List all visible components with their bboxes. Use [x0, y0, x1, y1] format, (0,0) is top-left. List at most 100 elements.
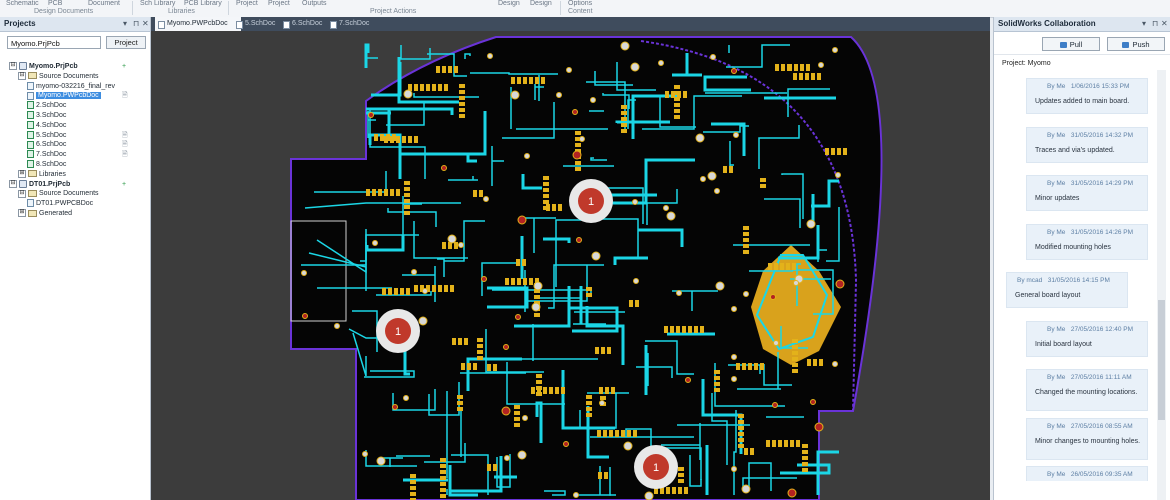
pcb-layout[interactable]: 1 1 1	[151, 31, 990, 500]
pcb-pad	[792, 263, 796, 270]
ribbon-pcb[interactable]: PCB	[48, 0, 62, 7]
pin-icon[interactable]: ⊓	[1152, 17, 1158, 31]
tree-item[interactable]: 2.SchDoc	[0, 101, 150, 111]
tree-item[interactable]: ⊞ Libraries	[0, 169, 150, 180]
pcb-pad	[611, 387, 615, 394]
mounting-hole[interactable]: 1	[376, 309, 420, 353]
push-button[interactable]: Push	[1107, 37, 1165, 51]
pcb-pad	[793, 73, 797, 80]
tree-item[interactable]: DT01.PWPCBDoc	[0, 199, 150, 209]
tree-item[interactable]: Myomo.PWPcbDoc 🗎	[0, 91, 150, 101]
pcb-pad	[396, 136, 400, 143]
panel-menu-icon[interactable]: ▾	[1142, 17, 1146, 31]
commit-card[interactable]: By mcad 31/05/2016 14:15 PM General board…	[1006, 272, 1128, 308]
pcb-pad	[760, 178, 766, 182]
ribbon-schematic[interactable]: Schematic	[6, 0, 39, 7]
ribbon-document[interactable]: Document	[88, 0, 120, 7]
scrollbar-thumb[interactable]	[1158, 300, 1165, 420]
collapse-icon[interactable]: ⊟	[18, 71, 26, 80]
mounting-hole[interactable]: 1	[569, 179, 613, 223]
tree-item[interactable]: 4.SchDoc	[0, 120, 150, 131]
commit-card[interactable]: By Me 26/05/2016 09:35 AM	[1026, 466, 1148, 481]
tree-item[interactable]: ⊟ Myomo.PrjPcb +	[0, 62, 150, 72]
tab-label: 7.SchDoc	[339, 20, 370, 27]
tree-item[interactable]: ⊟ DT01.PrjPcb +	[0, 179, 150, 190]
ribbon-sch-library[interactable]: Sch Library	[140, 0, 175, 7]
ribbon-options[interactable]: Options	[568, 0, 592, 7]
tree-item[interactable]: ⊟ Source Documents	[0, 71, 150, 82]
ribbon-project-2[interactable]: Project	[268, 0, 290, 7]
panel-menu-icon[interactable]: ▾	[123, 17, 127, 31]
pcb-pad	[514, 423, 520, 427]
close-icon[interactable]: ✕	[1161, 17, 1168, 31]
commit-author: By Me	[1047, 180, 1066, 187]
ribbon-design-2[interactable]: Design	[530, 0, 552, 7]
pcb-via	[630, 62, 640, 72]
pull-button[interactable]: Pull	[1042, 37, 1100, 51]
pcb-pad	[678, 487, 682, 494]
commit-card[interactable]: By Me 31/05/2016 14:26 PM Modified mounti…	[1026, 223, 1148, 260]
pcb-canvas[interactable]: 1 1 1	[151, 31, 990, 500]
tab-7-schdoc[interactable]: 7.SchDoc	[327, 17, 383, 31]
tree-item[interactable]: ⊞ Generated	[0, 209, 150, 219]
expand-icon[interactable]: ⊞	[18, 169, 26, 178]
pcb-pad	[586, 287, 592, 291]
commit-card[interactable]: By Me 31/05/2016 14:29 PM Minor updates	[1026, 175, 1148, 211]
tree-item[interactable]: ⊟ Source Documents	[0, 189, 150, 199]
modified-document-icon[interactable]: 🗎	[122, 91, 128, 101]
commit-author: By Me	[1047, 374, 1066, 381]
commit-meta: By Me 27/05/2016 12:40 PM	[1047, 326, 1133, 333]
tree-item[interactable]: 5.SchDoc 🗎	[0, 130, 150, 141]
schematic-icon	[27, 160, 34, 169]
add-icon[interactable]: +	[122, 62, 126, 72]
ribbon-outputs[interactable]: Outputs	[302, 0, 327, 7]
ribbon-project-1[interactable]: Project	[236, 0, 258, 7]
commit-card[interactable]: By Me 27/05/2016 12:40 PM Initial board l…	[1026, 320, 1148, 357]
pcb-pad	[781, 64, 785, 71]
expand-icon[interactable]: ⊞	[18, 209, 26, 218]
commit-card[interactable]: By Me 27/05/2016 11:11 AM Changed the mou…	[1026, 369, 1148, 411]
commit-list-scrollbar[interactable]	[1157, 70, 1166, 500]
pcb-pad	[627, 430, 631, 437]
close-icon[interactable]: ✕	[142, 17, 149, 31]
tree-item[interactable]: myomo-032216_final_rev	[0, 81, 150, 92]
project-button[interactable]: Project	[106, 36, 146, 49]
tree-item-label: Myomo.PWPcbDoc	[36, 92, 101, 100]
tree-item[interactable]: 7.SchDoc 🗎	[0, 150, 150, 160]
add-icon[interactable]: +	[122, 180, 126, 190]
pcb-pad	[694, 326, 698, 333]
commit-card[interactable]: By Me 1/06/2016 15:33 PM Updates added to…	[1026, 78, 1148, 114]
tree-item[interactable]: 3.SchDoc	[0, 111, 150, 121]
tab-myomo-pwpcbdoc[interactable]: Myomo.PWPcbDoc	[155, 17, 241, 31]
commit-date: 1/06/2016 15:33 PM	[1070, 83, 1130, 90]
tree-item-label: Source Documents	[39, 190, 99, 198]
pcb-via	[835, 279, 845, 289]
ribbon-pcb-library[interactable]: PCB Library	[184, 0, 222, 7]
pcb-pad	[743, 250, 749, 254]
tree-item[interactable]: 6.SchDoc 🗎	[0, 140, 150, 150]
collapse-icon[interactable]: ⊟	[9, 62, 17, 71]
project-search-input[interactable]: Myomo.PrjPcb	[7, 36, 101, 49]
projects-panel-header: Projects ▾ ⊓ ✕	[0, 17, 150, 32]
commit-card[interactable]: By Me 31/05/2016 14:32 PM Traces and via'…	[1026, 126, 1148, 163]
tree-item[interactable]: 8.SchDoc	[0, 160, 150, 170]
mounting-hole[interactable]: 1	[634, 445, 678, 489]
modified-document-icon[interactable]: 🗎	[122, 131, 128, 141]
modified-document-icon[interactable]: 🗎	[122, 140, 128, 150]
commit-date: 27/05/2016 12:40 PM	[1070, 325, 1134, 333]
pcb-pad	[683, 91, 687, 98]
modified-document-icon[interactable]: 🗎	[122, 150, 128, 160]
pcb-pad	[742, 363, 746, 370]
pin-icon[interactable]: ⊓	[133, 17, 139, 31]
commit-date: 26/05/2016 09:35 AM	[1070, 471, 1133, 478]
collapse-icon[interactable]: ⊟	[18, 189, 26, 198]
pcb-trace	[811, 194, 815, 225]
pcb-pad	[552, 204, 556, 211]
pcb-pad	[440, 488, 446, 492]
commit-card[interactable]: By Me 27/05/2016 08:55 AM Minor changes t…	[1026, 417, 1148, 460]
ribbon-design-1[interactable]: Design	[498, 0, 520, 7]
collapse-icon[interactable]: ⊟	[9, 179, 17, 188]
pcb-via	[599, 400, 605, 406]
pcb-pad	[575, 161, 581, 165]
pcb-pad	[796, 440, 800, 447]
